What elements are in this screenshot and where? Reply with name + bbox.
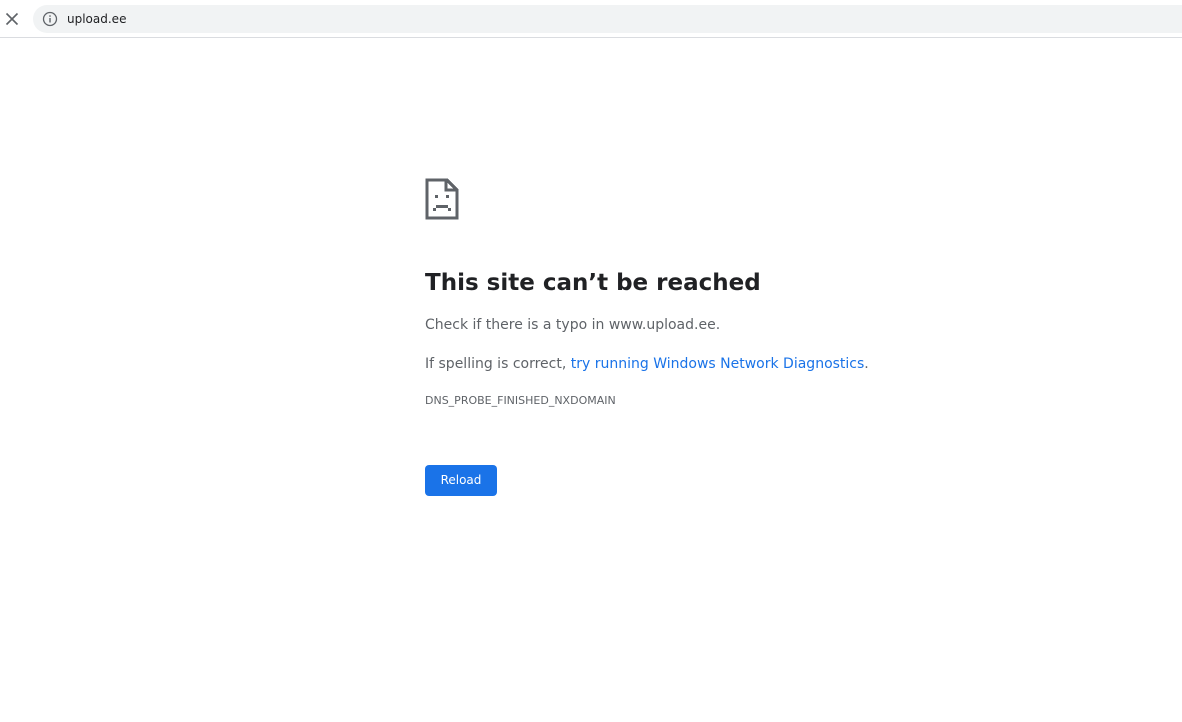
info-icon[interactable] [42,11,58,27]
typo-check-text: Check if there is a typo in www.upload.e… [425,317,721,333]
stop-loading-button[interactable] [0,5,24,33]
address-bar[interactable]: upload.ee [33,5,1182,33]
reload-button[interactable]: Reload [425,465,497,496]
browser-toolbar: upload.ee [0,0,1182,38]
network-diagnostics-link[interactable]: try running Windows Network Diagnostics [571,356,865,372]
spelling-suffix: . [864,356,869,372]
spelling-prefix: If spelling is correct, [425,356,571,372]
error-code: DNS_PROBE_FINISHED_NXDOMAIN [425,394,616,407]
url-text[interactable]: upload.ee [67,11,126,27]
error-headline: This site can’t be reached [425,270,761,296]
close-icon [5,12,19,26]
spelling-suggestion: If spelling is correct, try running Wind… [425,354,869,374]
sad-document-icon [425,178,459,220]
